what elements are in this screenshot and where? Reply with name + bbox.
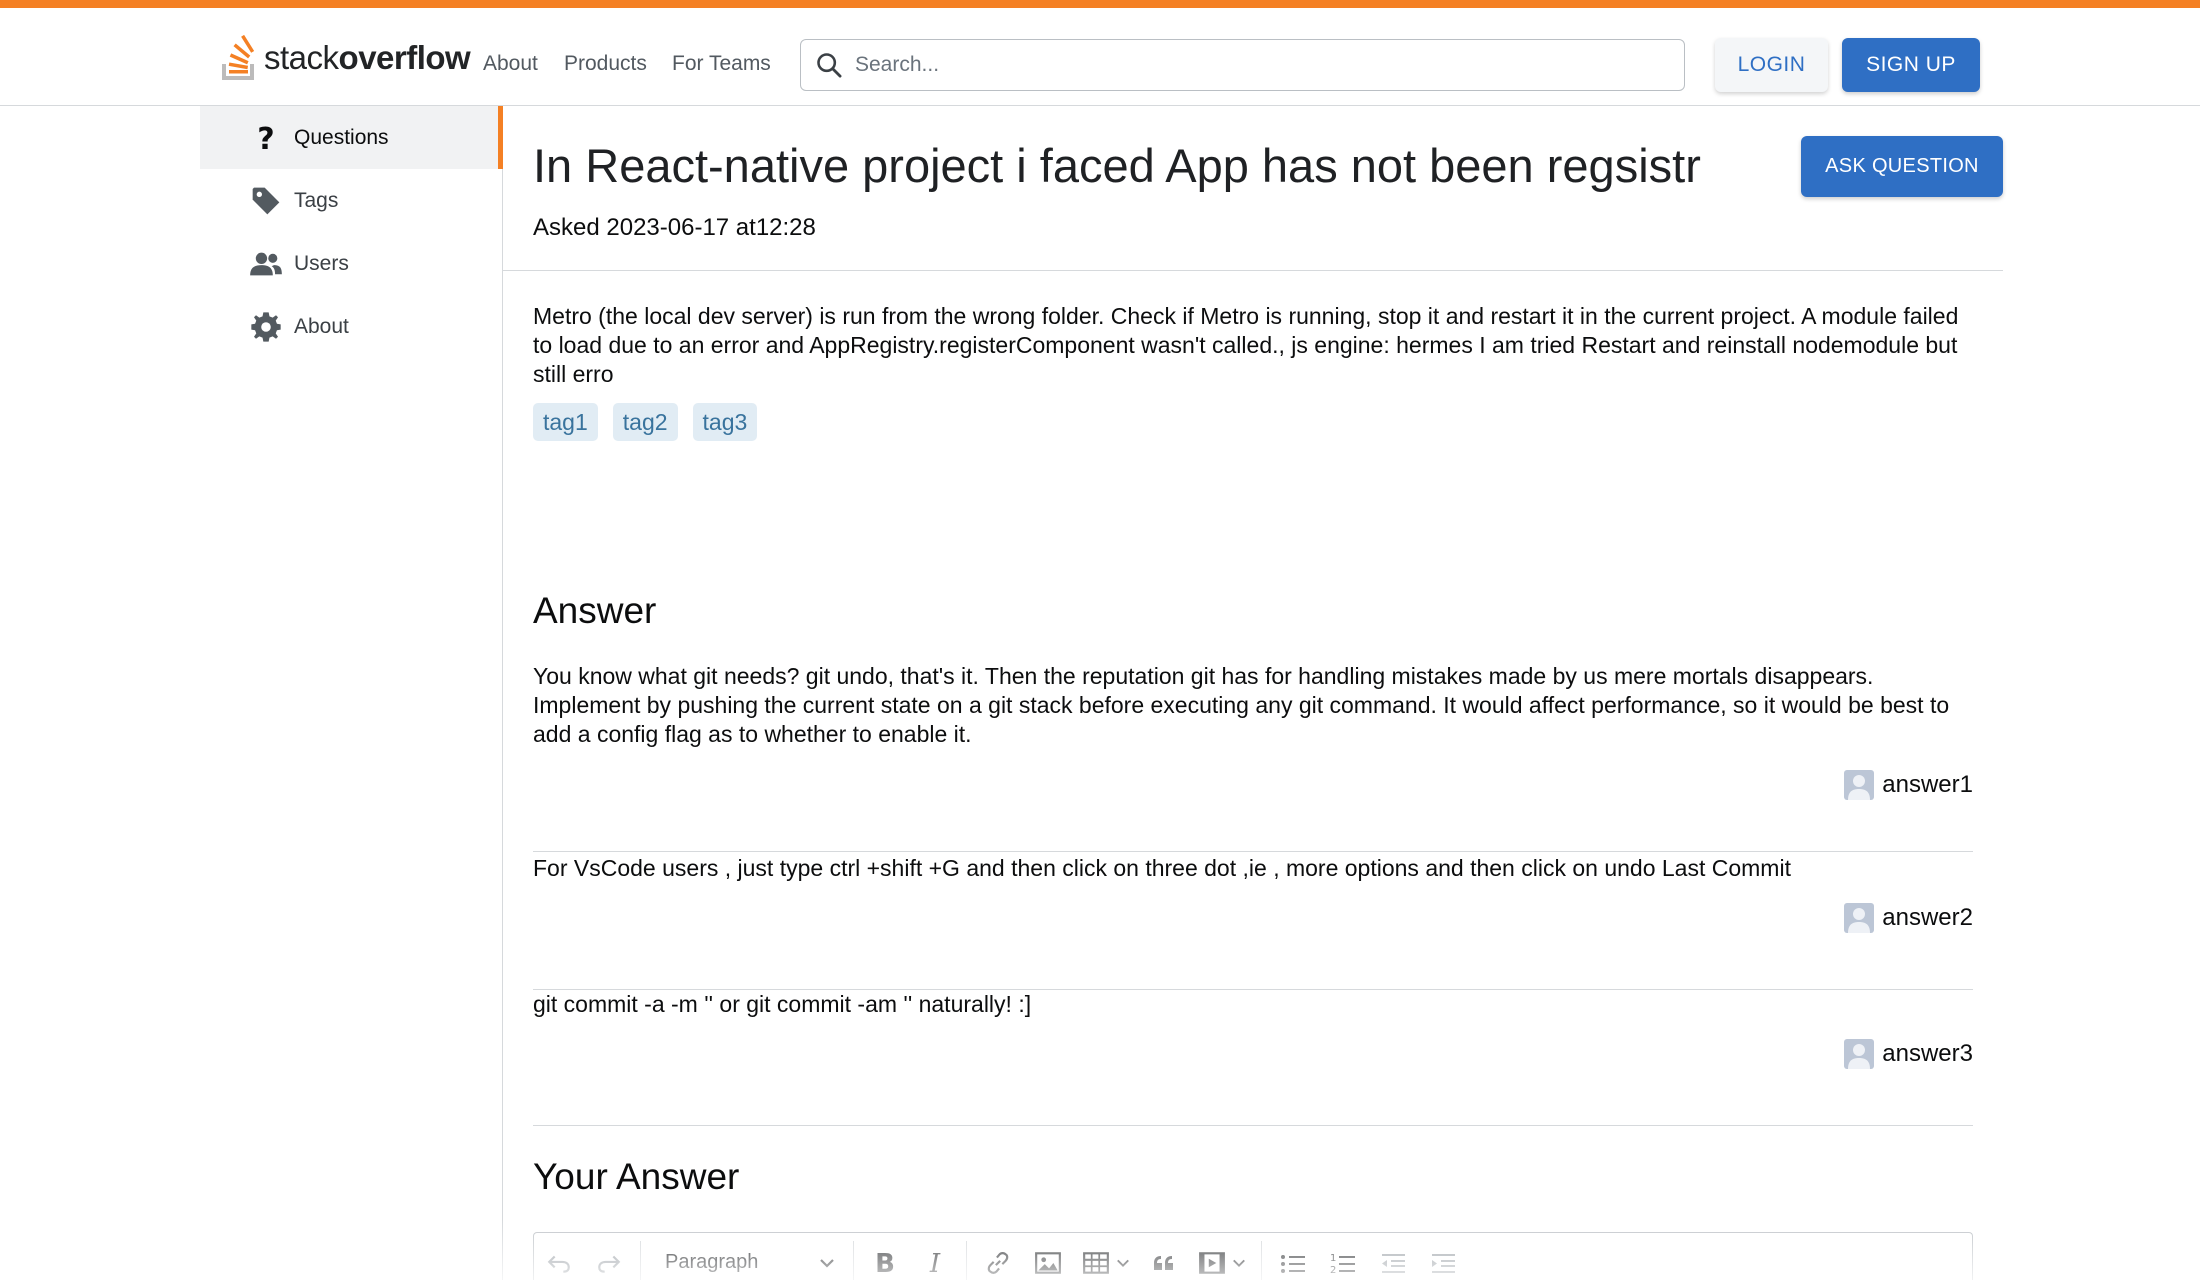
site-logo[interactable]: stackoverflow bbox=[220, 30, 471, 86]
answer-author-name: answer2 bbox=[1882, 904, 1973, 931]
question-tags: tag1 tag2 tag3 bbox=[533, 403, 758, 441]
your-answer-heading: Your Answer bbox=[533, 1156, 740, 1197]
chevron-down-icon bbox=[820, 1258, 834, 1268]
sidebar-item-label: Tags bbox=[294, 188, 339, 212]
search-icon bbox=[817, 53, 842, 78]
block-format-label: Paragraph bbox=[665, 1251, 759, 1273]
left-sidebar: ? Questions Tags Users About bbox=[200, 106, 503, 1280]
answer-divider bbox=[533, 851, 1973, 852]
question-icon: ? bbox=[246, 122, 286, 154]
block-format-dropdown[interactable]: Paragraph bbox=[647, 1241, 847, 1280]
outdent-icon[interactable] bbox=[1368, 1241, 1418, 1280]
answers-heading: Answer bbox=[533, 590, 657, 631]
italic-icon[interactable]: I bbox=[910, 1241, 960, 1280]
question-asked-date: Asked 2023-06-17 at12:28 bbox=[533, 214, 816, 241]
answer-author[interactable]: answer2 bbox=[1844, 903, 1973, 933]
nav-about[interactable]: About bbox=[483, 52, 538, 76]
answer-text: git commit -a -m '' or git commit -am ''… bbox=[533, 991, 1032, 1017]
tag-chip[interactable]: tag2 bbox=[612, 403, 678, 441]
sidebar-item-label: About bbox=[294, 314, 349, 338]
nav-products[interactable]: Products bbox=[564, 52, 647, 76]
gear-icon bbox=[246, 311, 286, 343]
ask-question-button[interactable]: ASK QUESTION bbox=[1801, 136, 2003, 197]
avatar bbox=[1844, 1039, 1875, 1069]
bold-icon[interactable]: B bbox=[860, 1241, 910, 1280]
top-accent-bar bbox=[0, 0, 2200, 8]
tag-chip[interactable]: tag1 bbox=[533, 403, 598, 441]
sidebar-item-users[interactable]: Users bbox=[200, 232, 503, 295]
stackoverflow-logo-icon bbox=[222, 34, 255, 80]
answer-author[interactable]: answer3 bbox=[1844, 1039, 1973, 1069]
answer-text: You know what git needs? git undo, that'… bbox=[533, 663, 1950, 747]
search-input[interactable] bbox=[855, 53, 1655, 77]
sidebar-item-questions[interactable]: ? Questions bbox=[200, 106, 503, 169]
link-icon[interactable] bbox=[973, 1241, 1023, 1280]
svg-text:?: ? bbox=[257, 122, 274, 154]
toolbar-divider bbox=[1261, 1240, 1262, 1280]
sidebar-item-tags[interactable]: Tags bbox=[200, 169, 503, 232]
undo-icon[interactable] bbox=[534, 1241, 584, 1280]
svg-text:1: 1 bbox=[1330, 1253, 1336, 1264]
tag-chip[interactable]: tag3 bbox=[692, 403, 758, 441]
sidebar-item-about[interactable]: About bbox=[200, 295, 503, 358]
toolbar-divider bbox=[966, 1240, 967, 1280]
question-body: Metro (the local dev server) is run from… bbox=[533, 303, 1959, 387]
svg-text:2: 2 bbox=[1330, 1265, 1336, 1275]
answer-divider bbox=[533, 1125, 1973, 1126]
logo-wordmark: stackoverflow bbox=[264, 39, 471, 76]
main-content: In React-native project i faced App has … bbox=[503, 106, 2200, 1280]
answer-author-name: answer1 bbox=[1882, 771, 1973, 798]
bulleted-list-icon[interactable] bbox=[1268, 1241, 1318, 1280]
answer-text: For VsCode users , just type ctrl +shift… bbox=[533, 855, 1791, 881]
media-embed-icon[interactable] bbox=[1189, 1241, 1255, 1280]
answer-author[interactable]: answer1 bbox=[1844, 770, 1973, 800]
toolbar-divider bbox=[853, 1240, 854, 1280]
users-icon bbox=[246, 250, 286, 278]
answer-editor-toolbar: Paragraph B I 1 2 bbox=[533, 1232, 1973, 1280]
tag-icon bbox=[246, 185, 286, 217]
sidebar-item-label: Questions bbox=[294, 125, 389, 149]
table-icon[interactable] bbox=[1073, 1241, 1139, 1280]
answer-author-name: answer3 bbox=[1882, 1040, 1973, 1067]
login-button[interactable]: LOGIN bbox=[1715, 38, 1828, 92]
svg-text:B: B bbox=[875, 1250, 895, 1276]
title-divider bbox=[503, 270, 2003, 271]
avatar bbox=[1844, 770, 1875, 800]
signup-button[interactable]: SIGN UP bbox=[1842, 38, 1980, 92]
svg-text:I: I bbox=[929, 1250, 941, 1276]
blockquote-icon[interactable] bbox=[1139, 1241, 1189, 1280]
site-header: stackoverflow About Products For Teams L… bbox=[0, 8, 2200, 106]
search-box[interactable] bbox=[800, 39, 1685, 91]
avatar bbox=[1844, 903, 1875, 933]
answer-item: For VsCode users , just type ctrl +shift… bbox=[533, 854, 1973, 990]
sidebar-item-label: Users bbox=[294, 251, 349, 275]
indent-icon[interactable] bbox=[1418, 1241, 1468, 1280]
image-icon[interactable] bbox=[1023, 1241, 1073, 1280]
redo-icon[interactable] bbox=[584, 1241, 634, 1280]
numbered-list-icon[interactable]: 12 bbox=[1318, 1241, 1368, 1280]
chevron-down-icon bbox=[1117, 1259, 1129, 1267]
chevron-down-icon bbox=[1233, 1259, 1245, 1267]
answer-item: You know what git needs? git undo, that'… bbox=[533, 662, 1973, 852]
toolbar-divider bbox=[640, 1240, 641, 1280]
answer-item: git commit -a -m '' or git commit -am ''… bbox=[533, 990, 1973, 1126]
question-title: In React-native project i faced App has … bbox=[533, 139, 1701, 192]
nav-for-teams[interactable]: For Teams bbox=[672, 52, 771, 76]
